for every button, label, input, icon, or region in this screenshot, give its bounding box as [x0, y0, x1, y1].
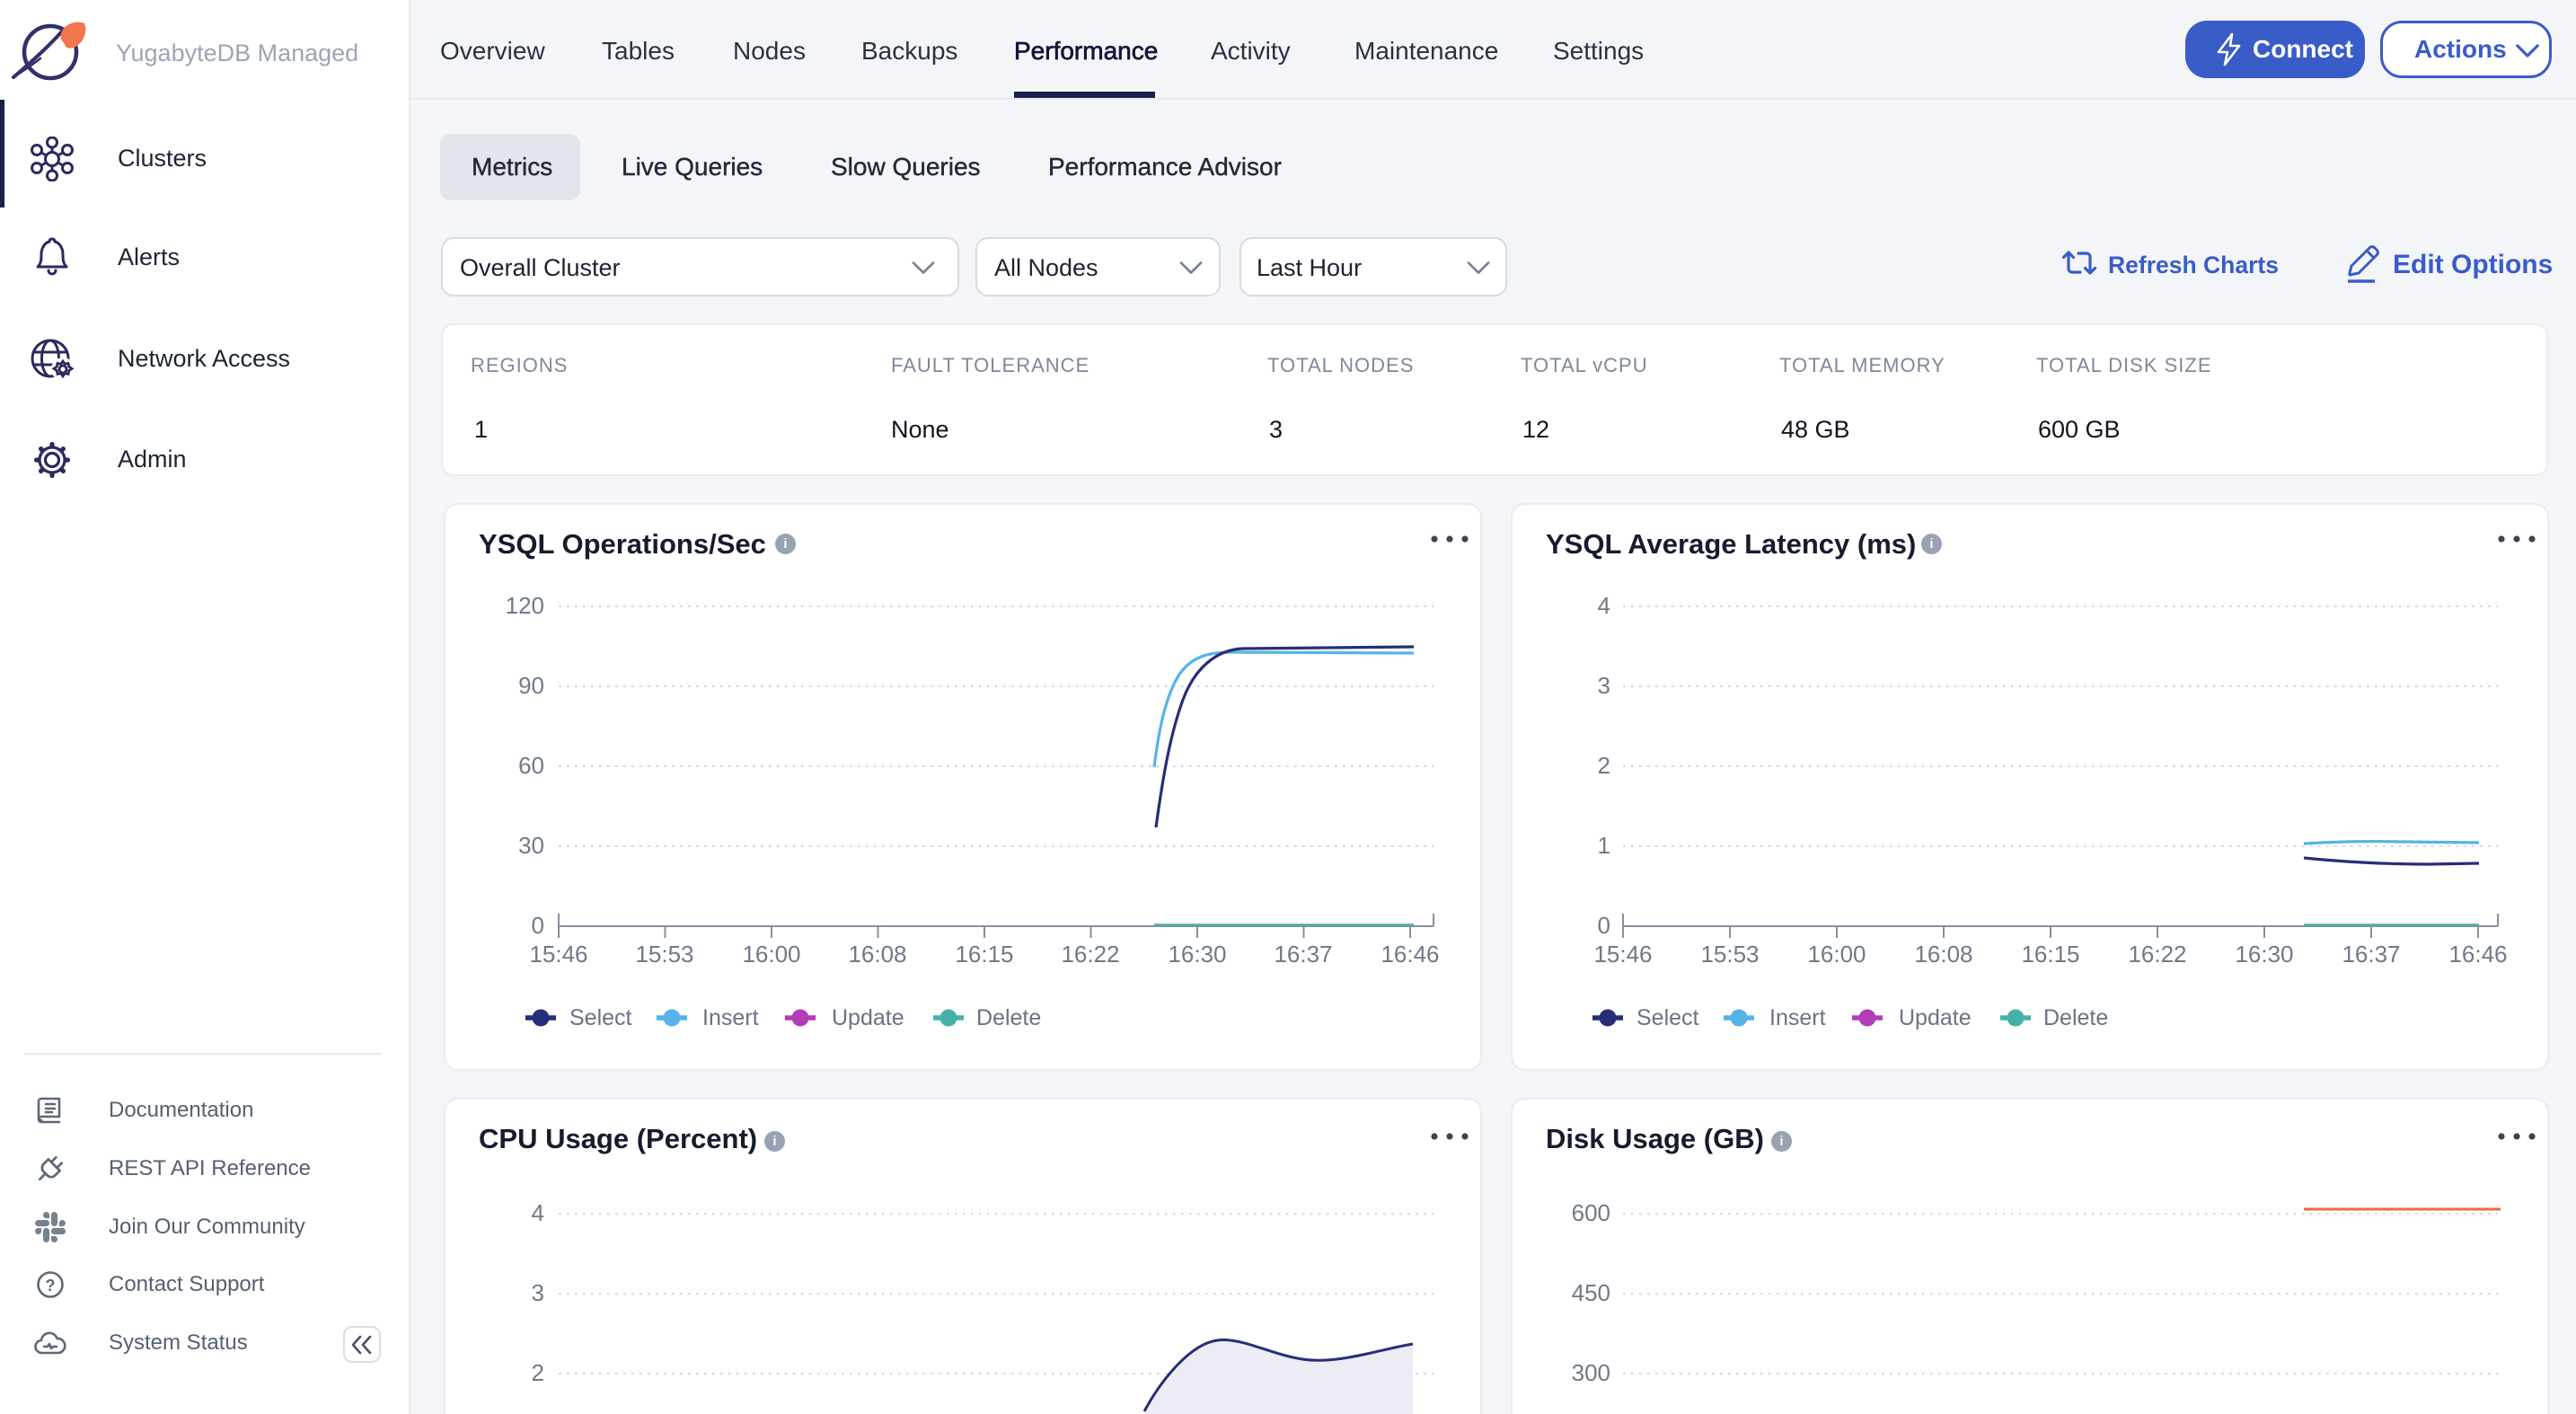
- svg-text:16:46: 16:46: [2448, 941, 2507, 968]
- svg-text:16:46: 16:46: [1381, 941, 1439, 968]
- svg-text:3: 3: [1598, 672, 1610, 699]
- svg-text:16:08: 16:08: [848, 941, 906, 968]
- svg-text:16:08: 16:08: [1914, 941, 1972, 968]
- svg-text:15:53: 15:53: [1700, 941, 1759, 968]
- svg-text:450: 450: [1572, 1279, 1610, 1306]
- svg-text:1: 1: [1598, 832, 1610, 859]
- svg-text:4: 4: [532, 1199, 544, 1226]
- svg-text:3: 3: [532, 1279, 544, 1306]
- svg-text:?: ?: [46, 1277, 56, 1295]
- svg-text:Select: Select: [1636, 1005, 1699, 1030]
- svg-text:16:15: 16:15: [2021, 941, 2079, 968]
- svg-text:16:22: 16:22: [2128, 941, 2186, 968]
- svg-text:15:53: 15:53: [635, 941, 693, 968]
- svg-text:2: 2: [1598, 752, 1610, 779]
- svg-text:16:37: 16:37: [2342, 941, 2400, 968]
- svg-text:16:15: 16:15: [955, 941, 1013, 968]
- svg-text:Update: Update: [1899, 1005, 1972, 1030]
- svg-text:2: 2: [532, 1359, 544, 1386]
- svg-text:120: 120: [506, 592, 544, 619]
- svg-text:16:22: 16:22: [1061, 941, 1119, 968]
- svg-text:Update: Update: [832, 1005, 904, 1030]
- svg-text:15:46: 15:46: [1593, 941, 1652, 968]
- svg-text:Delete: Delete: [976, 1005, 1041, 1030]
- svg-text:0: 0: [532, 912, 544, 939]
- svg-text:60: 60: [518, 752, 544, 779]
- svg-text:16:37: 16:37: [1274, 941, 1332, 968]
- svg-text:30: 30: [518, 832, 544, 859]
- svg-text:600: 600: [1572, 1199, 1610, 1226]
- svg-text:15:46: 15:46: [529, 941, 587, 968]
- svg-text:16:00: 16:00: [1807, 941, 1866, 968]
- svg-text:16:30: 16:30: [1168, 941, 1226, 968]
- svg-text:Delete: Delete: [2043, 1005, 2108, 1030]
- svg-text:Insert: Insert: [1769, 1005, 1826, 1030]
- svg-text:90: 90: [518, 672, 544, 699]
- svg-text:4: 4: [1598, 592, 1610, 619]
- svg-text:0: 0: [1598, 912, 1610, 939]
- svg-text:300: 300: [1572, 1359, 1610, 1386]
- svg-text:16:30: 16:30: [2235, 941, 2293, 968]
- svg-text:Select: Select: [569, 1005, 632, 1030]
- svg-text:Insert: Insert: [702, 1005, 759, 1030]
- svg-text:16:00: 16:00: [742, 941, 800, 968]
